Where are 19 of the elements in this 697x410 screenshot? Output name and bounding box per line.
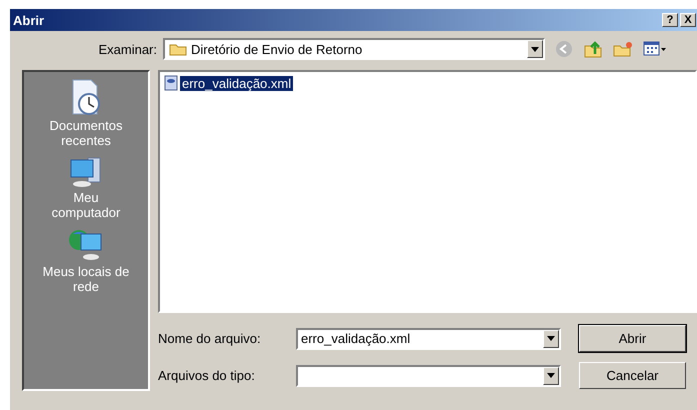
up-folder-icon[interactable] (583, 40, 603, 58)
place-label[interactable]: Meus locais de rede (40, 264, 132, 294)
folder-icon (169, 42, 187, 56)
open-button[interactable]: Abrir (579, 325, 686, 352)
look-in-label: Examinar: (97, 42, 157, 56)
xml-file-icon[interactable] (163, 75, 179, 91)
place-label[interactable]: Meu computador (40, 190, 132, 220)
file-name-label: Nome do arquivo: (158, 331, 262, 346)
close-button[interactable]: X (680, 13, 696, 27)
file-name-field[interactable]: erro_validação.xml (296, 328, 561, 350)
window-title: Abrir (13, 12, 44, 28)
file-type-dropdown[interactable] (296, 364, 561, 386)
view-menu-icon[interactable] (643, 41, 667, 57)
location-dropdown[interactable]: Diretório de Envio de Retorno (163, 38, 545, 60)
place-label[interactable]: Documentos recentes (40, 118, 132, 148)
cancel-button[interactable]: Cancelar (579, 362, 686, 389)
file-item[interactable]: erro_validação.xml (180, 76, 294, 90)
file-type-label: Arquivos do tipo: (158, 368, 256, 383)
help-button[interactable]: ? (662, 13, 678, 27)
